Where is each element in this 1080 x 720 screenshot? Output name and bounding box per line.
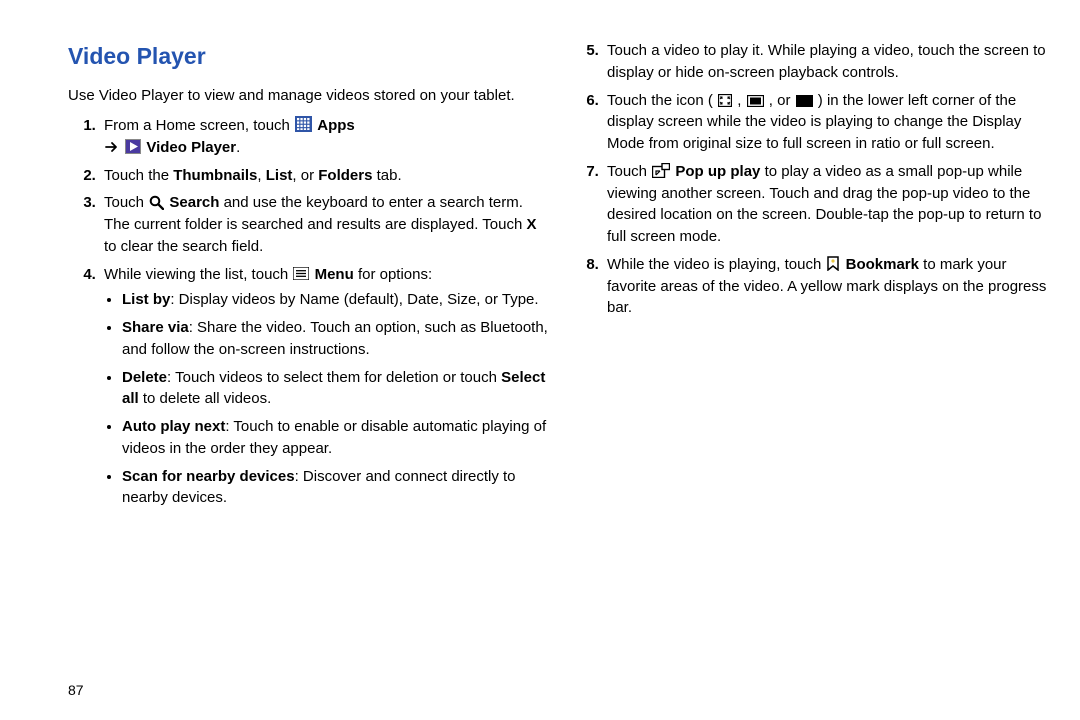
menu-label: Menu	[315, 266, 354, 283]
step-5: Touch a video to play it. While playing …	[603, 40, 1052, 84]
bookmark-icon	[826, 256, 840, 271]
display-ratio-icon	[718, 94, 732, 107]
right-column: Touch a video to play it. While playing …	[571, 40, 1052, 720]
arrow-right-icon	[105, 141, 119, 153]
menu-options-list: List by: Display videos by Name (default…	[104, 289, 549, 509]
thumbnails-label: Thumbnails	[173, 167, 257, 184]
apps-label: Apps	[317, 117, 355, 134]
step-3: Touch Search and use the keyboard to ent…	[100, 192, 549, 257]
pop-up-play-label: Pop up play	[675, 163, 760, 180]
step-8-a: While the video is playing, touch	[607, 256, 825, 273]
step-6-a: Touch the icon (	[607, 92, 713, 109]
bullet-share-via: Share via: Share the video. Touch an opt…	[122, 317, 549, 361]
pop-up-play-icon	[652, 163, 670, 178]
step-4-a: While viewing the list, touch	[104, 266, 292, 283]
menu-icon	[293, 267, 309, 280]
step-2-a: Touch the	[104, 167, 173, 184]
display-full-icon	[796, 95, 813, 107]
scan-nearby-label: Scan for nearby devices	[122, 468, 295, 485]
intro-paragraph: Use Video Player to view and manage vide…	[68, 85, 549, 107]
step-8: While the video is playing, touch Bookma…	[603, 254, 1052, 319]
bullet-scan-nearby: Scan for nearby devices: Discover and co…	[122, 466, 549, 510]
step-7-b: to play a video as a small pop-up while …	[607, 163, 1041, 245]
share-via-label: Share via	[122, 319, 189, 336]
x-label: X	[526, 216, 536, 233]
bullet-delete: Delete: Touch videos to select them for …	[122, 367, 549, 411]
step-4: While viewing the list, touch Menu for o…	[100, 264, 549, 510]
search-label: Search	[169, 194, 219, 211]
step-2-d: tab.	[372, 167, 401, 184]
delete-text-a: : Touch videos to select them for deleti…	[167, 369, 501, 386]
bookmark-label: Bookmark	[846, 256, 919, 273]
delete-label: Delete	[122, 369, 167, 386]
steps-list-left: From a Home screen, touch Apps	[68, 115, 549, 509]
step-2: Touch the Thumbnails, List, or Folders t…	[100, 165, 549, 187]
left-column: Video Player Use Video Player to view an…	[68, 40, 549, 720]
step-3-a: Touch	[104, 194, 148, 211]
step-1: From a Home screen, touch Apps	[100, 115, 549, 159]
bullet-list-by: List by: Display videos by Name (default…	[122, 289, 549, 311]
list-by-label: List by	[122, 291, 170, 308]
display-wide-icon	[747, 95, 764, 107]
step-7-a: Touch	[607, 163, 651, 180]
manual-page: Video Player Use Video Player to view an…	[0, 0, 1080, 720]
list-by-text: : Display videos by Name (default), Date…	[170, 291, 538, 308]
section-title: Video Player	[68, 40, 549, 73]
step-1-period: .	[236, 139, 240, 156]
step-6-c: , or	[769, 92, 795, 109]
step-1-text-a: From a Home screen, touch	[104, 117, 294, 134]
bullet-auto-play: Auto play next: Touch to enable or disab…	[122, 416, 549, 460]
steps-list-right: Touch a video to play it. While playing …	[571, 40, 1052, 319]
auto-play-label: Auto play next	[122, 418, 225, 435]
step-6: Touch the icon ( , , or	[603, 90, 1052, 155]
step-7: Touch Pop up play to play a video as a s…	[603, 161, 1052, 248]
apps-icon	[295, 116, 312, 132]
step-4-b: for options:	[358, 266, 432, 283]
step-2-c: , or	[292, 167, 318, 184]
list-label: List	[266, 167, 293, 184]
step-3-b: and use the keyboard to enter a search t…	[104, 194, 526, 233]
video-player-label: Video Player	[146, 139, 236, 156]
step-3-c: to clear the search field.	[104, 238, 263, 255]
delete-text-b: to delete all videos.	[139, 390, 272, 407]
video-player-icon	[125, 139, 141, 154]
search-icon	[149, 195, 164, 210]
page-number: 87	[68, 680, 84, 700]
step-2-b: ,	[257, 167, 265, 184]
step-6-b: ,	[737, 92, 745, 109]
folders-label: Folders	[318, 167, 372, 184]
